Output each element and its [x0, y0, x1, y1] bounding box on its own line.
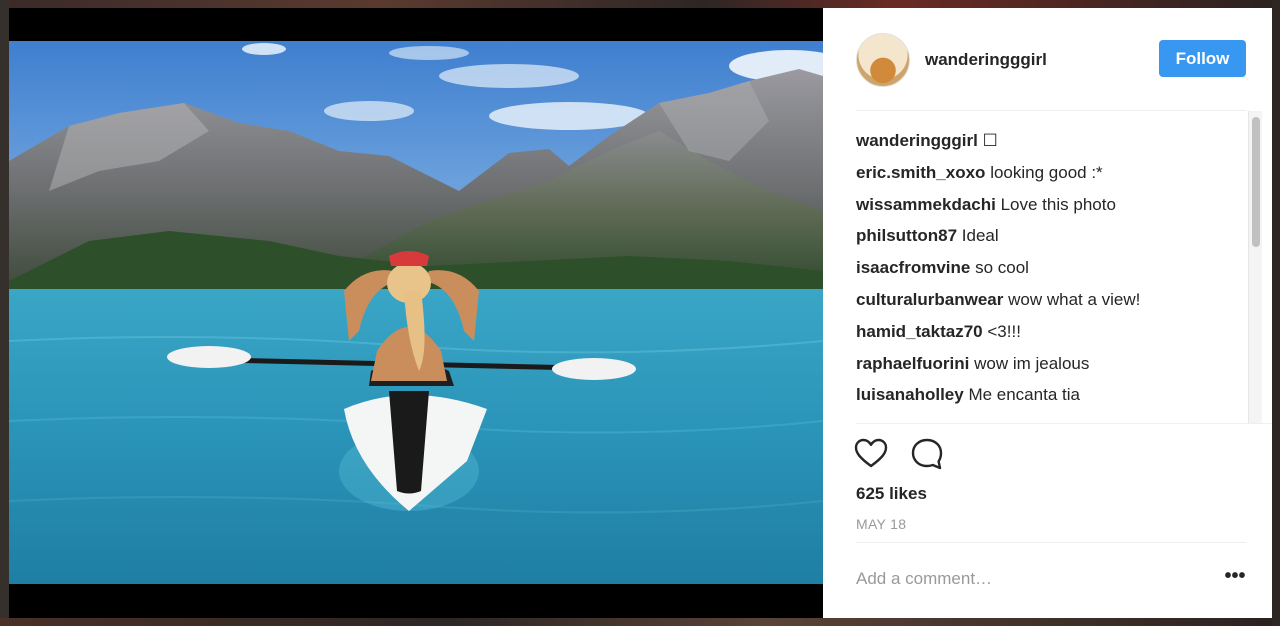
comment-text: Love this photo — [1000, 194, 1116, 214]
backdrop-top — [0, 0, 1280, 8]
avatar[interactable] — [856, 33, 910, 87]
comment-author[interactable]: raphaelfuorini — [856, 354, 969, 373]
backdrop-bottom — [0, 618, 1280, 626]
comment-author[interactable]: wanderingggirl — [856, 131, 978, 150]
list-item: wissammekdachi Love this photo — [856, 189, 1236, 221]
comment-text: ☐ — [982, 131, 998, 150]
comment-author[interactable]: hamid_taktaz70 — [856, 322, 983, 341]
comment-text: wow im jealous — [974, 353, 1090, 373]
post-header: wanderingggirl Follow — [856, 32, 1246, 88]
comment-author[interactable]: eric.smith_xoxo — [856, 163, 985, 182]
post-actions — [854, 436, 966, 472]
comment-text: looking good :* — [990, 162, 1103, 182]
comment-author[interactable]: luisanaholley — [856, 385, 964, 404]
comment-text: so cool — [975, 258, 1029, 278]
heart-icon[interactable] — [854, 437, 888, 471]
comment-list: wanderingggirl ☐ eric.smith_xoxo looking… — [856, 125, 1236, 411]
header-username[interactable]: wanderingggirl — [925, 50, 1047, 70]
comment-author[interactable]: isaacfromvine — [856, 258, 970, 277]
list-item: hamid_taktaz70 <3!!! — [856, 316, 1236, 348]
composer-divider — [856, 542, 1246, 543]
list-item: isaacfromvine so cool — [856, 252, 1236, 284]
comment-text: Ideal — [961, 226, 999, 246]
backdrop-right — [1272, 0, 1280, 626]
follow-button[interactable]: Follow — [1159, 40, 1246, 77]
post-photo[interactable] — [9, 41, 823, 584]
comments-scroll-area[interactable]: wanderingggirl ☐ eric.smith_xoxo looking… — [856, 111, 1264, 423]
comments-divider — [856, 423, 1272, 424]
comment-author[interactable]: culturalurbanwear — [856, 290, 1003, 309]
list-item: philsutton87 Ideal — [856, 220, 1236, 252]
scrollbar-thumb[interactable] — [1252, 117, 1260, 247]
comment-author[interactable]: philsutton87 — [856, 226, 957, 245]
post-detail-panel: wanderingggirl Follow wanderingggirl ☐ e… — [823, 8, 1272, 618]
list-item: eric.smith_xoxo looking good :* — [856, 157, 1236, 189]
comment-author[interactable]: wissammekdachi — [856, 195, 996, 214]
comment-text: <3!!! — [987, 321, 1021, 341]
backdrop-left — [0, 0, 9, 626]
comments-scrollbar[interactable] — [1248, 111, 1262, 423]
list-item: wanderingggirl ☐ — [856, 125, 1236, 157]
comment-text: Me encanta tia — [968, 385, 1080, 405]
comment-text: wow what a view! — [1008, 289, 1141, 309]
post-date: MAY 18 — [856, 516, 907, 532]
comment-bubble-icon[interactable] — [910, 437, 944, 471]
likes-count[interactable]: 625 likes — [856, 484, 927, 504]
list-item: raphaelfuorini wow im jealous — [856, 348, 1236, 380]
list-item: luisanaholley Me encanta tia — [856, 379, 1236, 411]
more-options-button[interactable]: ••• — [1223, 566, 1247, 590]
comment-input[interactable] — [856, 564, 1196, 594]
list-item: culturalurbanwear wow what a view! — [856, 284, 1236, 316]
post-photo-frame — [9, 8, 823, 618]
